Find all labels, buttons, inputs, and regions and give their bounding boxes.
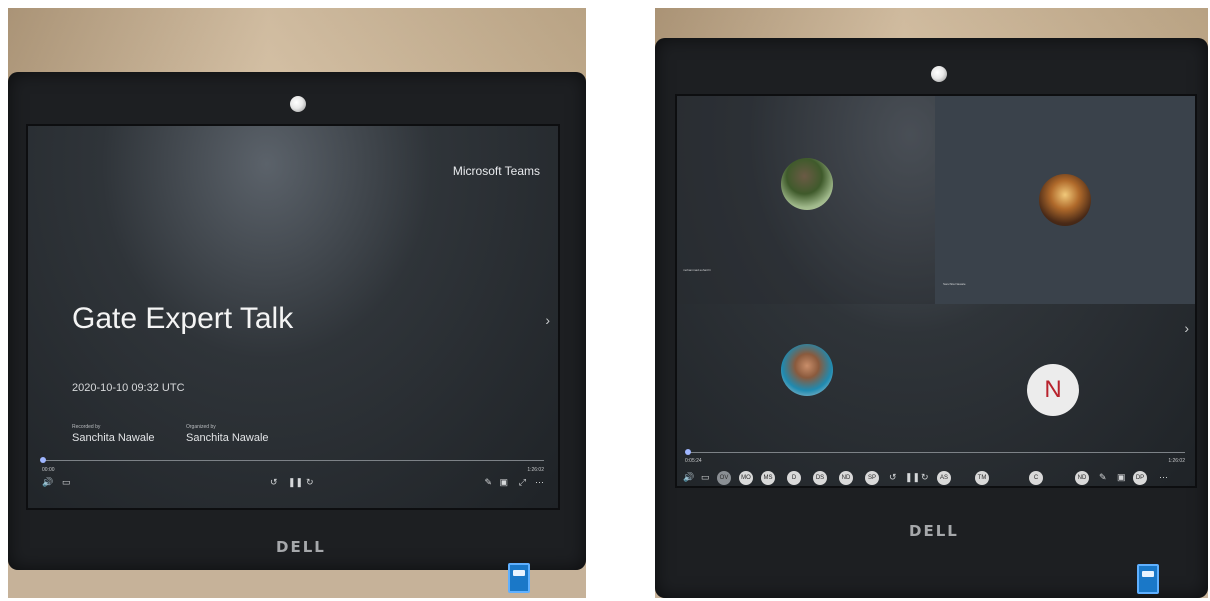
captions-icon[interactable]: ▭ xyxy=(62,478,71,487)
avatar-photo xyxy=(781,344,833,396)
intel-sticker xyxy=(508,563,530,593)
chevron-right-icon[interactable]: › xyxy=(1184,320,1189,336)
monitor-brand-logo: DELL xyxy=(909,522,959,540)
video-tile-bottom-right: N xyxy=(935,304,1195,464)
progress-bar[interactable] xyxy=(42,460,544,461)
captions-icon[interactable]: ▭ xyxy=(701,473,710,482)
rewind-icon[interactable]: ↺ xyxy=(270,478,278,487)
participant-name: Sanchita Nawale xyxy=(943,282,966,286)
participant-bubble: ND xyxy=(839,471,853,485)
webcam-light xyxy=(290,96,306,112)
video-tile-top-right: Sanchita Nawale xyxy=(935,96,1195,304)
organized-by-label: Organized by xyxy=(186,424,216,430)
elapsed-time: 0:05:24 xyxy=(685,458,702,464)
recording-title: Gate Expert Talk xyxy=(72,302,294,335)
avatar-initial: N xyxy=(1027,364,1079,416)
recorded-by-label: Recorded by xyxy=(72,424,101,430)
recorded-by-name: Sanchita Nawale xyxy=(72,432,155,444)
monitor-brand-logo: DELL xyxy=(276,538,326,556)
intel-sticker xyxy=(1137,564,1159,594)
organized-by-name: Sanchita Nawale xyxy=(186,432,269,444)
participant-name: mohammad.sohail.hi xyxy=(683,268,711,272)
picture-in-picture-icon[interactable]: ▣ xyxy=(499,478,508,487)
edit-icon[interactable]: ✎ xyxy=(484,478,492,487)
participant-bubble: MO xyxy=(739,471,753,485)
participant-bubble: C xyxy=(1029,471,1043,485)
picture-in-picture-icon[interactable]: ▣ xyxy=(1117,473,1126,482)
webcam-light xyxy=(931,66,947,82)
fullscreen-icon[interactable]: ⤢ xyxy=(519,478,526,487)
participant-bubble: TM xyxy=(975,471,989,485)
edit-icon[interactable]: ✎ xyxy=(1099,473,1107,482)
participant-bubble: SP xyxy=(865,471,879,485)
photo-left-monitor: Microsoft Teams Gate Expert Talk 2020-10… xyxy=(8,8,586,598)
app-name: Microsoft Teams xyxy=(452,164,540,178)
volume-icon[interactable]: 🔊 xyxy=(683,473,694,482)
chevron-right-icon[interactable]: › xyxy=(545,312,550,328)
total-time: 1:26:02 xyxy=(1168,458,1185,464)
video-tile-top-left: mohammad.sohail.hi xyxy=(677,96,935,304)
photo-right-monitor: mohammad.sohail.hi Sanchita Nawale N › 0… xyxy=(655,8,1208,598)
forward-icon[interactable]: ↻ xyxy=(921,473,929,482)
progress-scrubber[interactable] xyxy=(685,449,691,455)
monitor-bezel: mohammad.sohail.hi Sanchita Nawale N › 0… xyxy=(655,38,1208,598)
more-options-icon[interactable]: ⋯ xyxy=(535,478,544,487)
pause-icon[interactable]: ❚❚ xyxy=(905,473,920,482)
participant-bubble: MS xyxy=(761,471,775,485)
teams-recording-screen: Microsoft Teams Gate Expert Talk 2020-10… xyxy=(26,124,560,510)
video-tile-bottom-left xyxy=(677,304,935,464)
pause-icon[interactable]: ❚❚ xyxy=(288,478,303,487)
avatar-photo xyxy=(1039,174,1091,226)
participant-bubble: DS xyxy=(813,471,827,485)
participant-bubble: DP xyxy=(1133,471,1147,485)
recording-datetime: 2020-10-10 09:32 UTC xyxy=(72,382,185,394)
teams-meeting-screen: mohammad.sohail.hi Sanchita Nawale N › 0… xyxy=(675,94,1197,488)
progress-bar[interactable] xyxy=(687,452,1185,453)
participant-bubble: D xyxy=(787,471,801,485)
participant-bubble: ND xyxy=(1075,471,1089,485)
progress-scrubber[interactable] xyxy=(40,457,46,463)
rewind-icon[interactable]: ↺ xyxy=(889,473,897,482)
elapsed-time: 00:00 xyxy=(42,467,55,473)
participant-bubble: OV xyxy=(717,471,731,485)
total-time: 1:26:02 xyxy=(527,467,544,473)
avatar-photo xyxy=(781,158,833,210)
participant-bubble: AS xyxy=(937,471,951,485)
volume-icon[interactable]: 🔊 xyxy=(42,478,53,487)
more-options-icon[interactable]: ⋯ xyxy=(1159,473,1168,482)
monitor-bezel: Microsoft Teams Gate Expert Talk 2020-10… xyxy=(8,72,586,570)
forward-icon[interactable]: ↻ xyxy=(306,478,314,487)
